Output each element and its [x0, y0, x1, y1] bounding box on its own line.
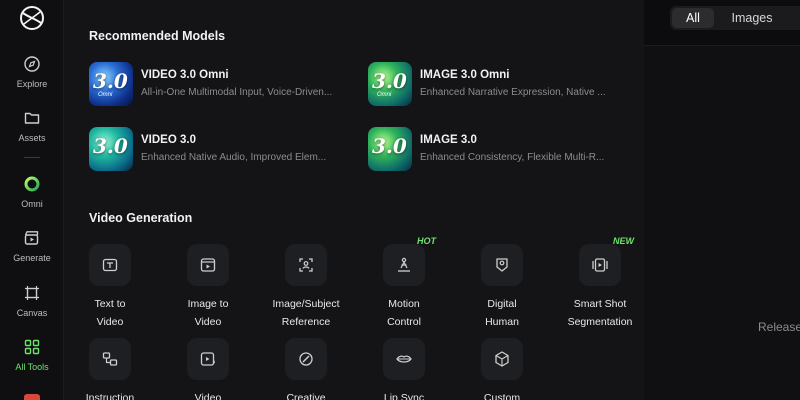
model-badge-number: 3.0 — [93, 134, 128, 158]
tool-instruction[interactable]: Instruction — [65, 338, 155, 400]
tool-label-line1: Motion — [388, 298, 420, 310]
tool-label-line1: Video — [194, 392, 222, 400]
tool-label-line1: Image to — [187, 298, 229, 310]
grid-icon — [24, 339, 40, 355]
clapper-icon — [24, 231, 39, 245]
sidebar-item-label: Explore — [16, 79, 48, 89]
tool-lip-sync[interactable]: Lip Sync — [359, 338, 449, 400]
digital-human-icon — [496, 258, 508, 272]
model-card-video[interactable]: 3.0 VIDEO 3.0 Enhanced Native Audio, Imp… — [89, 127, 349, 177]
avatar[interactable] — [24, 394, 40, 400]
tool-label-line1: Text to — [94, 298, 126, 310]
tool-digital-human[interactable]: Digital Human — [457, 244, 547, 331]
sidebar-item-assets[interactable]: Assets — [0, 109, 64, 143]
section-title-video-generation: Video Generation — [89, 211, 193, 225]
tool-label-line2: Human — [485, 316, 519, 328]
model-thumbnail: 3.0 Omni — [89, 62, 133, 106]
tool-label-line1: Creative — [286, 392, 326, 400]
tool-label-line2: Control — [387, 316, 421, 328]
tool-text-to-video[interactable]: Text to Video — [65, 244, 155, 331]
logo-icon[interactable] — [18, 4, 46, 32]
model-description: All-in-One Multimodal Input, Voice-Drive… — [141, 87, 333, 98]
tool-label-line1: Image/Subject — [272, 298, 340, 310]
release-text: Release — [758, 320, 800, 334]
tool-label-line2: Segmentation — [567, 316, 633, 328]
tool-label-line1: Lip Sync — [383, 392, 425, 400]
custom-cube-icon — [495, 351, 509, 367]
model-badge-number: 3.0 — [372, 134, 407, 158]
tool-label-line2: Reference — [281, 316, 331, 328]
sidebar-item-label: Canvas — [16, 308, 48, 318]
text-to-video-icon — [102, 258, 118, 272]
model-thumbnail: 3.0 Omni — [368, 62, 412, 106]
tool-label-line1: Digital — [487, 298, 517, 310]
sidebar-item-label: Generate — [13, 253, 51, 263]
image-to-video-icon — [200, 258, 216, 272]
sidebar-item-canvas[interactable]: Canvas — [0, 284, 64, 318]
model-description: Enhanced Narrative Expression, Native ..… — [420, 87, 606, 98]
model-thumbnail: 3.0 — [89, 127, 133, 171]
tool-label-line2: Video — [96, 316, 124, 328]
sidebar-item-label: Assets — [18, 133, 46, 143]
subject-reference-icon — [299, 258, 313, 272]
sidebar-item-omni[interactable]: Omni — [0, 175, 64, 209]
motion-control-icon — [398, 257, 410, 272]
right-panel-header: All Images — [644, 0, 800, 46]
model-badge-number: 3.0 — [372, 69, 407, 93]
sidebar: Explore Assets Omni Generate Canvas All … — [0, 0, 64, 400]
sidebar-item-label: Omni — [21, 199, 43, 209]
tool-custom[interactable]: Custom — [457, 338, 547, 400]
sidebar-item-explore[interactable]: Explore — [0, 55, 64, 89]
sidebar-item-all-tools[interactable]: All Tools — [0, 338, 64, 372]
tool-image-to-video[interactable]: Image to Video — [163, 244, 253, 331]
right-panel: All Images Release — [644, 0, 800, 400]
model-thumbnail: 3.0 — [368, 127, 412, 171]
canvas-frame-icon — [25, 286, 39, 300]
tool-label-line1: Instruction — [85, 392, 135, 400]
sidebar-divider — [24, 157, 40, 158]
instruction-icon — [102, 352, 118, 366]
new-badge: NEW — [613, 236, 634, 246]
filter-tabs: All Images — [670, 6, 800, 30]
tool-label-line1: Smart Shot — [573, 298, 627, 310]
tool-label-line2: Video — [194, 316, 222, 328]
model-name: VIDEO 3.0 — [141, 134, 196, 146]
model-card-video-omni[interactable]: 3.0 Omni VIDEO 3.0 Omni All-in-One Multi… — [89, 62, 349, 112]
compass-icon — [24, 56, 40, 72]
model-name: VIDEO 3.0 Omni — [141, 69, 229, 81]
model-badge-tag: Omni — [98, 92, 113, 98]
model-name: IMAGE 3.0 — [420, 134, 477, 146]
tool-video[interactable]: Video — [163, 338, 253, 400]
tool-label-line1: Custom — [483, 392, 521, 400]
model-card-image-omni[interactable]: 3.0 Omni IMAGE 3.0 Omni Enhanced Narrati… — [368, 62, 628, 112]
tab-all[interactable]: All — [672, 8, 714, 28]
hot-badge: HOT — [417, 236, 436, 246]
tool-creative[interactable]: Creative — [261, 338, 351, 400]
model-badge-tag: Omni — [377, 92, 392, 98]
folder-icon — [24, 112, 40, 124]
shot-segmentation-icon — [592, 258, 608, 272]
tab-images[interactable]: Images — [716, 8, 788, 28]
model-description: Enhanced Native Audio, Improved Elem... — [141, 152, 327, 163]
video-sparkle-icon — [200, 352, 215, 366]
main-content: Recommended Models 3.0 Omni VIDEO 3.0 Om… — [64, 0, 644, 400]
tool-smart-shot-segmentation[interactable]: NEW Smart Shot Segmentation — [555, 236, 645, 331]
model-name: IMAGE 3.0 Omni — [420, 69, 510, 81]
sidebar-item-label: All Tools — [15, 362, 49, 372]
tool-image-subject-reference[interactable]: Image/Subject Reference — [261, 244, 351, 331]
creative-brush-icon — [299, 352, 313, 366]
section-title-recommended: Recommended Models — [89, 29, 226, 43]
omni-ring-icon — [24, 176, 40, 192]
model-description: Enhanced Consistency, Flexible Multi-R..… — [420, 152, 605, 163]
model-card-image[interactable]: 3.0 IMAGE 3.0 Enhanced Consistency, Flex… — [368, 127, 628, 177]
lips-icon — [396, 355, 412, 363]
sidebar-item-generate[interactable]: Generate — [0, 229, 64, 263]
model-badge-number: 3.0 — [93, 69, 128, 93]
tool-motion-control[interactable]: HOT Motion Control — [359, 236, 449, 331]
